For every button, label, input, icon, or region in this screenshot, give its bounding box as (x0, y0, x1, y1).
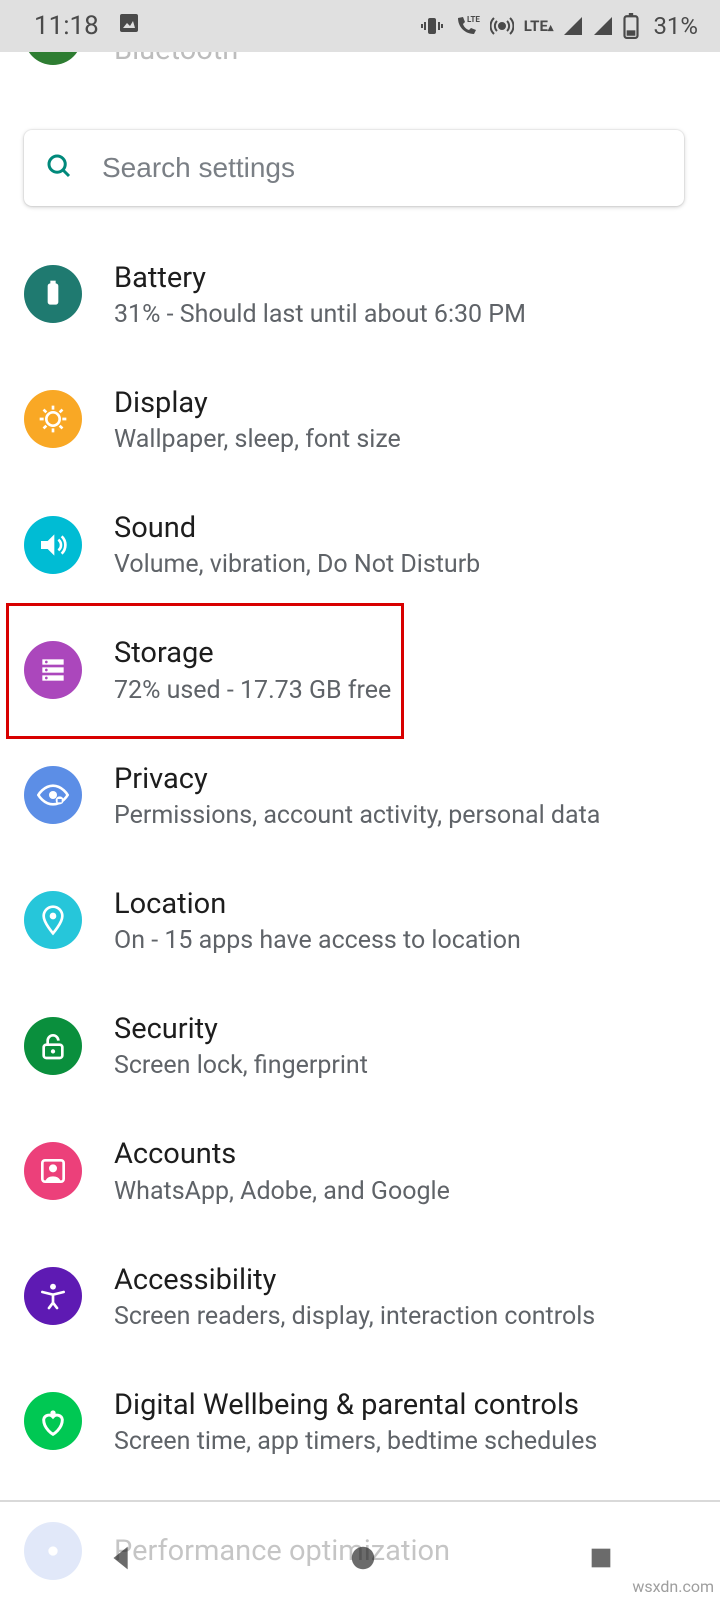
row-bluetooth[interactable]: Bluetooth (0, 52, 720, 74)
row-display[interactable]: Display Wallpaper, sleep, font size (0, 357, 720, 482)
row-subtitle: Volume, vibration, Do Not Disturb (114, 550, 480, 579)
row-accessibility[interactable]: Accessibility Screen readers, display, i… (0, 1234, 720, 1359)
row-google[interactable]: Google Services & preferences (0, 1484, 720, 1500)
row-title: Bluetooth (114, 52, 238, 68)
row-subtitle: Screen lock, fingerprint (114, 1051, 368, 1080)
row-subtitle: WhatsApp, Adobe, and Google (114, 1177, 450, 1206)
row-title: Privacy (114, 761, 600, 797)
row-accounts[interactable]: Accounts WhatsApp, Adobe, and Google (0, 1108, 720, 1233)
vibrate-icon (420, 14, 444, 38)
wellbeing-icon (24, 1392, 82, 1450)
accounts-icon (24, 1142, 82, 1200)
row-title: Digital Wellbeing & parental controls (114, 1387, 597, 1423)
row-subtitle: Wallpaper, sleep, font size (114, 425, 401, 454)
wifi-calling-icon: LTE (454, 14, 480, 38)
lte-label-icon: LTE▴ (524, 17, 554, 35)
nav-divider (0, 1500, 720, 1502)
privacy-icon (24, 766, 82, 824)
row-wellbeing[interactable]: Digital Wellbeing & parental controls Sc… (0, 1359, 720, 1484)
row-sound[interactable]: Sound Volume, vibration, Do Not Disturb (0, 482, 720, 607)
security-icon (24, 1017, 82, 1075)
navigation-bar: Performance optimization (0, 1500, 720, 1600)
display-icon (24, 390, 82, 448)
row-location[interactable]: Location On - 15 apps have access to loc… (0, 858, 720, 983)
row-title: Accessibility (114, 1262, 595, 1298)
battery-row-icon (24, 265, 82, 323)
watermark: wsxdn.com (632, 1577, 714, 1596)
search-icon (44, 151, 74, 185)
nav-recents-button[interactable] (587, 1544, 615, 1576)
accessibility-icon (24, 1267, 82, 1325)
row-subtitle: 31% - Should last until about 6:30 PM (114, 300, 526, 329)
signal-2-icon (593, 16, 613, 36)
row-subtitle: Screen time, app timers, bedtime schedul… (114, 1427, 597, 1456)
row-subtitle: Permissions, account activity, personal … (114, 801, 600, 830)
row-title: Battery (114, 260, 526, 296)
svg-text:LTE: LTE (467, 15, 480, 24)
row-privacy[interactable]: Privacy Permissions, account activity, p… (0, 733, 720, 858)
status-bar: 11:18 LTE LTE▴ 31% (0, 0, 720, 52)
nav-back-button[interactable] (105, 1541, 139, 1579)
row-title: Display (114, 385, 401, 421)
battery-percent: 31% (653, 12, 698, 40)
bluetooth-icon (24, 52, 82, 65)
settings-list[interactable]: Bluetooth Recent apps, default apps Batt… (0, 52, 720, 1500)
row-title: Sound (114, 510, 480, 546)
location-icon (24, 891, 82, 949)
search-settings-card[interactable] (24, 130, 684, 206)
status-time: 11:18 (34, 11, 99, 41)
nav-home-button[interactable] (348, 1543, 378, 1577)
row-title: Location (114, 886, 521, 922)
row-title: Accounts (114, 1136, 450, 1172)
row-security[interactable]: Security Screen lock, fingerprint (0, 983, 720, 1108)
storage-icon (24, 641, 82, 699)
row-subtitle: On - 15 apps have access to location (114, 926, 521, 955)
screenshot-notification-icon (117, 11, 141, 42)
hotspot-icon (490, 14, 514, 38)
row-storage[interactable]: Storage 72% used - 17.73 GB free (0, 607, 720, 732)
row-title: Security (114, 1011, 368, 1047)
row-battery[interactable]: Battery 31% - Should last until about 6:… (0, 232, 720, 357)
search-input[interactable] (102, 152, 664, 184)
row-subtitle: 72% used - 17.73 GB free (114, 676, 391, 705)
row-title: Storage (114, 635, 391, 671)
row-subtitle: Screen readers, display, interaction con… (114, 1302, 595, 1331)
sound-icon (24, 516, 82, 574)
battery-icon (623, 13, 639, 39)
signal-1-icon (563, 16, 583, 36)
